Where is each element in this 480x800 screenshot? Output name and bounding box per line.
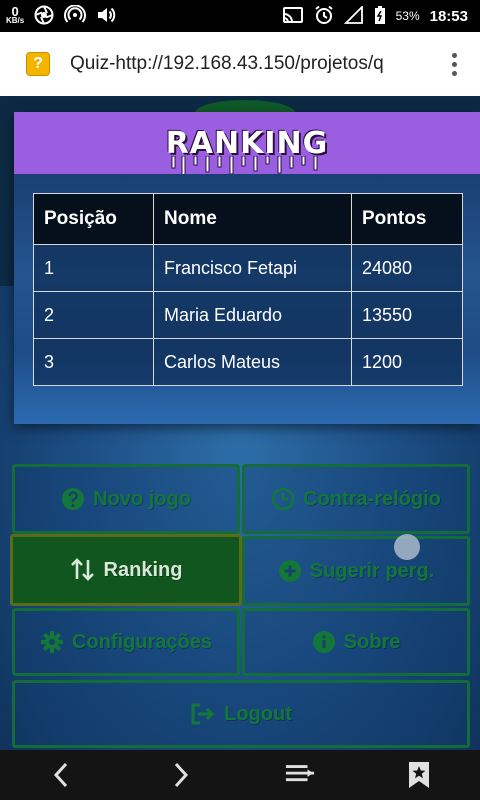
hotspot-icon (64, 3, 87, 28)
clock: 18:53 (429, 7, 468, 25)
logout-icon (191, 703, 215, 725)
ranking-label: Ranking (103, 558, 183, 581)
battery-percent: 53% (395, 9, 420, 23)
table-row: 3 Carlos Mateus 1200 (33, 338, 463, 386)
table-row: 2 Maria Eduardo 13550 (33, 291, 463, 339)
web-content: RANKING Posição Nome Pontos 1 Francisco … (0, 96, 480, 750)
logout-label: Logout (224, 702, 292, 725)
cell-points: 24080 (351, 244, 463, 292)
favicon-icon: ? (26, 52, 50, 76)
back-arrow-icon[interactable] (46, 760, 76, 790)
forward-arrow-icon[interactable] (166, 760, 196, 790)
browser-title-bar: ? Quiz-http://192.168.43.150/projetos/q (0, 32, 480, 96)
question-circle-icon (62, 488, 85, 510)
ranking-button[interactable]: Ranking (10, 534, 242, 606)
cell-position: 3 (33, 338, 154, 386)
bottom-nav-bar (0, 750, 480, 800)
network-speed-unit: KB/s (6, 16, 25, 25)
table-row: 1 Francisco Fetapi 24080 (33, 244, 463, 292)
ranking-modal: RANKING Posição Nome Pontos 1 Francisco … (14, 112, 480, 424)
cell-position: 1 (33, 244, 154, 292)
info-circle-icon (312, 631, 335, 653)
cell-points: 13550 (351, 291, 463, 339)
cell-name: Maria Eduardo (153, 291, 352, 339)
sort-arrows-icon (70, 558, 94, 581)
settings-label: Configurações (71, 630, 213, 653)
time-trial-button[interactable]: Contra-relógio (242, 464, 470, 534)
ranking-table: Posição Nome Pontos 1 Francisco Fetapi 2… (33, 193, 463, 386)
settings-button[interactable]: Configurações (12, 608, 240, 676)
page-title[interactable]: Quiz-http://192.168.43.150/projetos/q (70, 53, 408, 75)
alarm-icon (314, 5, 334, 28)
bookmark-star-icon[interactable] (404, 760, 434, 790)
status-bar: 0 KB/s 53% 18:53 (0, 0, 480, 32)
aperture-icon (34, 5, 54, 28)
cell-position: 2 (33, 291, 154, 339)
overflow-menu-icon[interactable] (452, 52, 458, 76)
gear-icon (40, 631, 63, 653)
clock-icon (271, 487, 295, 511)
about-button[interactable]: Sobre (242, 608, 470, 676)
logout-button[interactable]: Logout (12, 680, 470, 748)
volume-icon (96, 5, 116, 28)
column-header-position: Posição (33, 193, 154, 245)
cast-icon (282, 6, 304, 27)
network-speed-value: 0 (11, 4, 19, 19)
table-header-row: Posição Nome Pontos (33, 193, 463, 245)
plus-circle-icon (278, 560, 301, 582)
tabs-icon[interactable] (285, 760, 315, 790)
column-header-points: Pontos (351, 193, 463, 245)
about-label: Sobre (343, 630, 401, 653)
suggest-question-button[interactable]: Sugerir perg. (242, 536, 470, 606)
cell-points: 1200 (351, 338, 463, 386)
cell-name: Carlos Mateus (153, 338, 352, 386)
cell-name: Francisco Fetapi (153, 244, 352, 292)
suggest-question-label: Sugerir perg. (309, 559, 435, 582)
ranking-modal-header: RANKING (14, 112, 480, 177)
touch-indicator (394, 534, 420, 560)
new-game-label: Novo jogo (93, 487, 191, 510)
time-trial-label: Contra-relógio (303, 487, 441, 510)
ranking-modal-body: Posição Nome Pontos 1 Francisco Fetapi 2… (14, 174, 480, 424)
network-speed: 0 KB/s (6, 4, 25, 25)
battery-icon (374, 5, 386, 28)
new-game-button[interactable]: Novo jogo (12, 464, 240, 534)
column-header-name: Nome (153, 193, 352, 245)
signal-icon (343, 4, 364, 27)
